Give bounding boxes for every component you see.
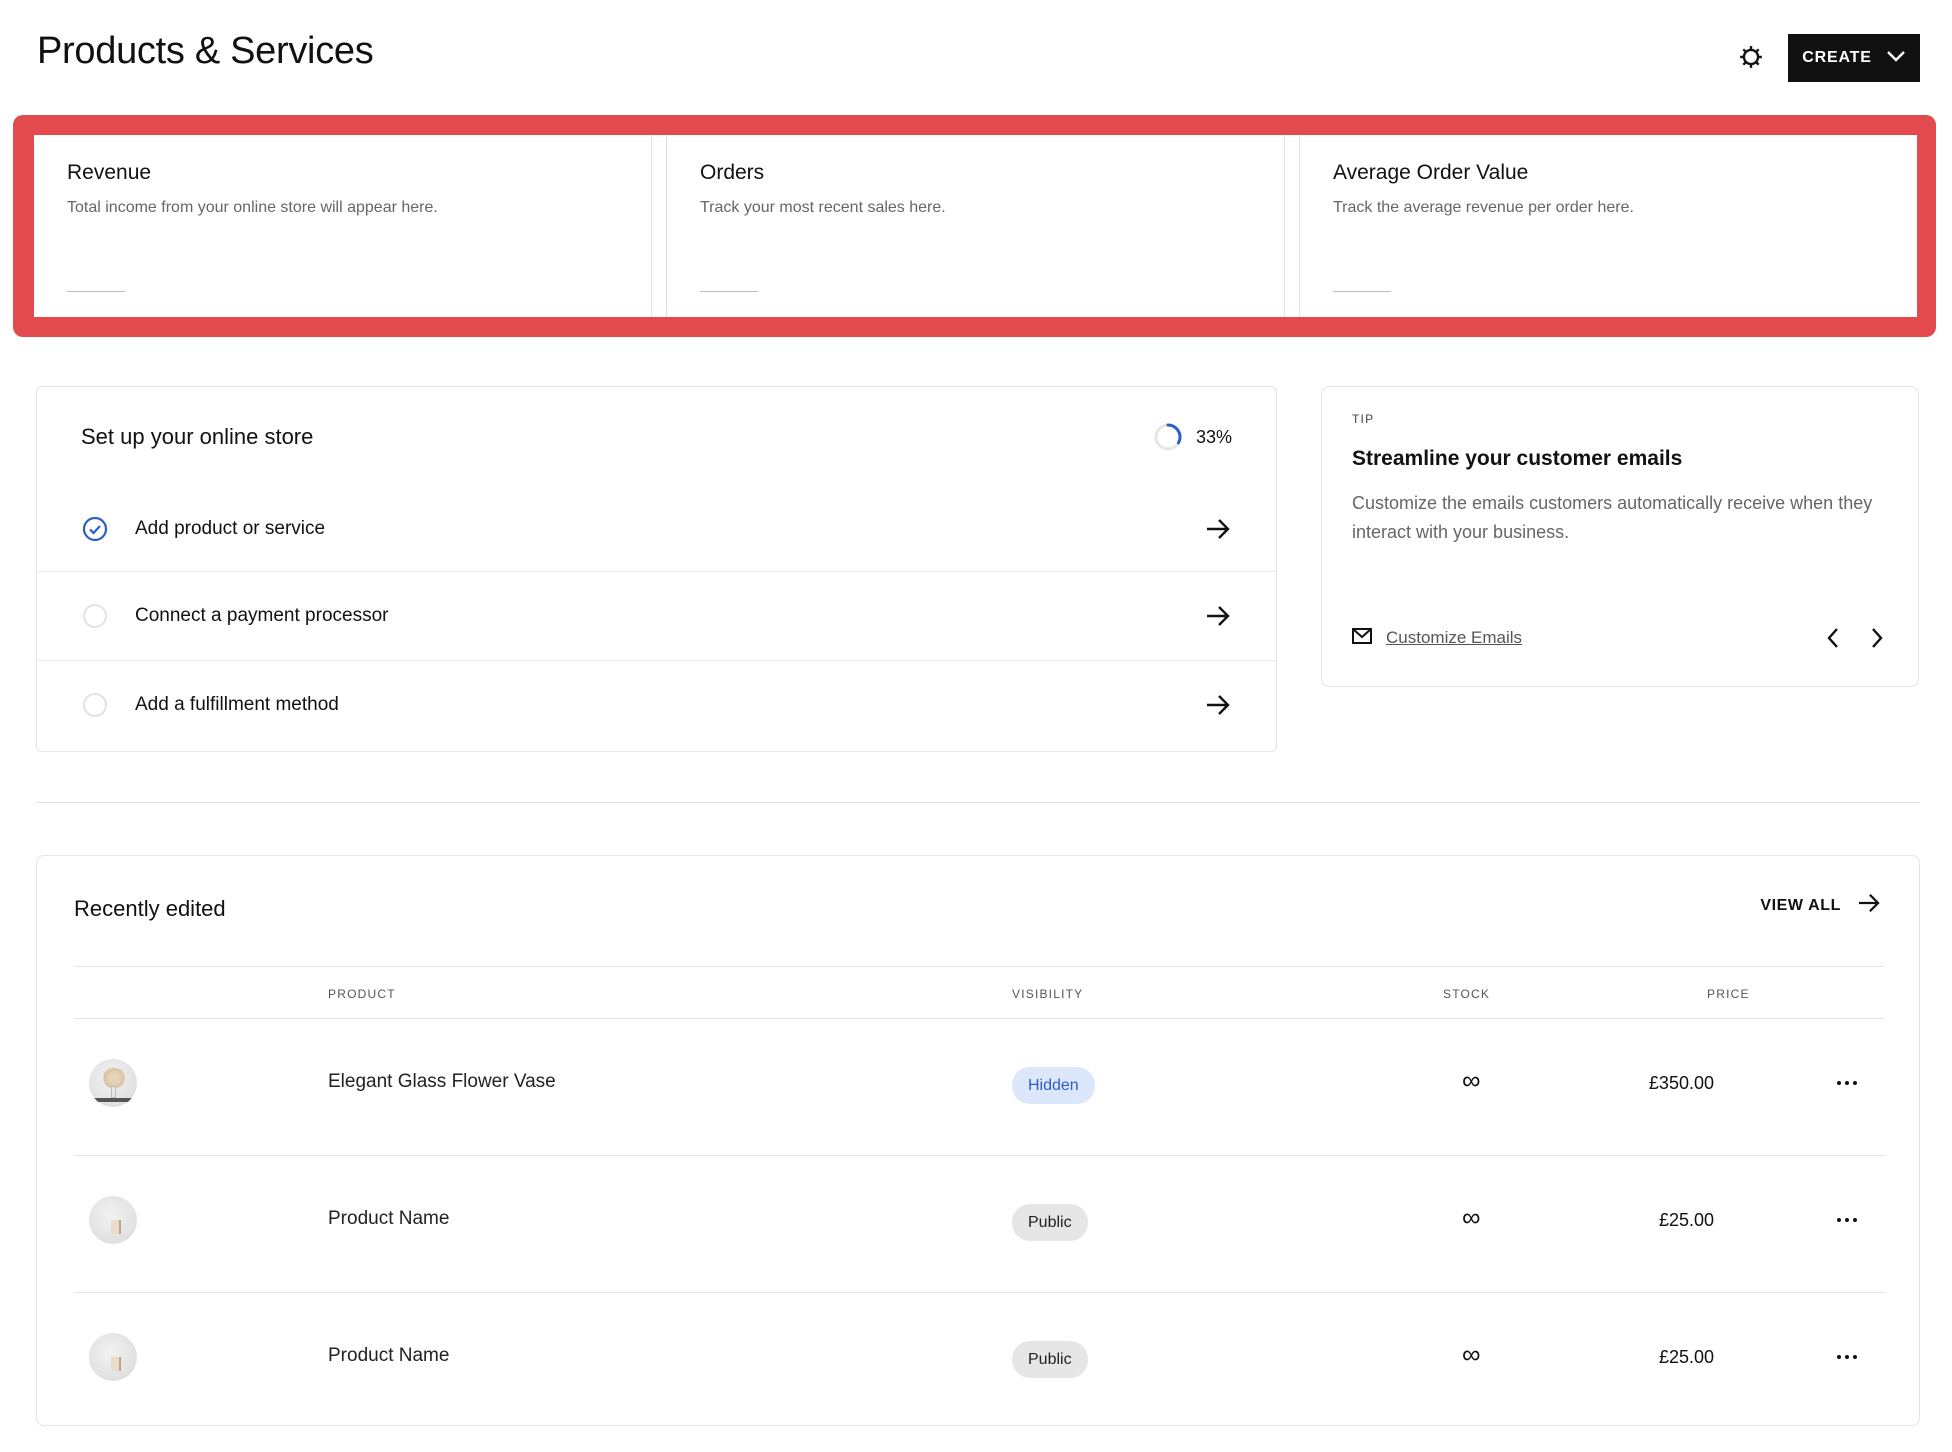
progress-ring-icon — [1154, 423, 1182, 451]
task-add-fulfillment[interactable]: Add a fulfillment method — [37, 660, 1276, 749]
visibility-badge: Public — [1012, 1204, 1088, 1241]
column-header-visibility[interactable]: VISIBILITY — [1012, 987, 1083, 1001]
metric-description: Total income from your online store will… — [67, 199, 438, 216]
setup-store-card: Set up your online store 33% Add product… — [36, 386, 1277, 752]
recently-edited-title: Recently edited — [74, 896, 226, 921]
setup-title: Set up your online store — [81, 424, 314, 449]
metric-placeholder-line — [67, 291, 125, 292]
table-row[interactable]: Elegant Glass Flower Vase Hidden ∞ £350.… — [74, 1019, 1884, 1156]
column-header-price[interactable]: PRICE — [1707, 987, 1750, 1001]
visibility-badge: Hidden — [1012, 1067, 1095, 1104]
metric-description: Track the average revenue per order here… — [1333, 199, 1634, 216]
metric-orders[interactable]: Orders Track your most recent sales here… — [666, 135, 1285, 317]
product-price: £350.00 — [1648, 1073, 1714, 1093]
view-all-button[interactable]: VIEW ALL — [1760, 893, 1881, 918]
tip-label: TIP — [1352, 412, 1375, 426]
check-circle-icon — [82, 516, 108, 542]
column-header-product[interactable]: PRODUCT — [328, 987, 396, 1001]
arrow-right-icon — [1204, 691, 1232, 719]
task-label: Connect a payment processor — [135, 605, 389, 626]
column-header-stock[interactable]: STOCK — [1443, 987, 1490, 1001]
product-price: £25.00 — [1658, 1347, 1714, 1367]
more-options-icon[interactable] — [1829, 1345, 1865, 1369]
tip-card: TIP Streamline your customer emails Cust… — [1321, 386, 1919, 687]
visibility-badge: Public — [1012, 1341, 1088, 1378]
metrics-panel: Revenue Total income from your online st… — [34, 135, 1917, 317]
metric-title: Average Order Value — [1333, 161, 1529, 184]
product-name: Elegant Glass Flower Vase — [328, 1071, 556, 1092]
metric-revenue[interactable]: Revenue Total income from your online st… — [34, 135, 652, 317]
metric-title: Orders — [700, 161, 765, 184]
progress-percent: 33% — [1195, 426, 1232, 447]
empty-circle-icon — [82, 603, 108, 629]
more-options-icon[interactable] — [1829, 1208, 1865, 1232]
infinity-icon: ∞ — [1462, 1202, 1481, 1232]
arrow-right-icon — [1204, 602, 1232, 630]
infinity-icon: ∞ — [1462, 1339, 1481, 1369]
arrow-right-icon — [1204, 515, 1232, 543]
create-button[interactable]: CREATE — [1788, 34, 1920, 82]
arrow-right-icon — [1857, 893, 1881, 918]
table-row[interactable]: Product Name Public ∞ £25.00 — [74, 1156, 1884, 1293]
task-add-product[interactable]: Add product or service — [37, 487, 1276, 571]
products-table: PRODUCT VISIBILITY STOCK PRICE Elegant G… — [74, 966, 1884, 1430]
customize-emails-link[interactable]: Customize Emails — [1352, 627, 1523, 649]
gear-icon — [1738, 44, 1764, 75]
product-thumbnail — [89, 1059, 137, 1107]
table-header: PRODUCT VISIBILITY STOCK PRICE — [74, 966, 1884, 1019]
customize-emails-label: Customize Emails — [1386, 628, 1523, 647]
create-label: CREATE — [1802, 49, 1872, 66]
product-name: Product Name — [328, 1345, 450, 1366]
view-all-label: VIEW ALL — [1760, 896, 1841, 914]
product-thumbnail — [89, 1333, 137, 1381]
metric-placeholder-line — [1333, 291, 1391, 292]
chevron-left-icon[interactable] — [1822, 627, 1844, 649]
metric-placeholder-line — [700, 291, 758, 292]
product-name: Product Name — [328, 1208, 450, 1229]
setup-progress: 33% — [1154, 423, 1232, 451]
table-row[interactable]: Product Name Public ∞ £25.00 — [74, 1293, 1884, 1430]
chevron-down-icon — [1886, 49, 1906, 67]
settings-button[interactable] — [1734, 42, 1768, 76]
mail-icon — [1352, 627, 1372, 649]
task-label: Add a fulfillment method — [135, 694, 339, 715]
tip-body: Customize the emails customers automatic… — [1352, 493, 1873, 542]
chevron-right-icon[interactable] — [1866, 627, 1888, 649]
more-options-icon[interactable] — [1829, 1071, 1865, 1095]
task-label: Add product or service — [135, 518, 326, 539]
section-divider — [36, 802, 1920, 803]
metric-average-order-value[interactable]: Average Order Value Track the average re… — [1299, 135, 1917, 317]
page-title: Products & Services — [37, 30, 374, 72]
infinity-icon: ∞ — [1462, 1065, 1481, 1095]
recently-edited-card: Recently edited VIEW ALL PRODUCT VISIBIL… — [36, 855, 1920, 1426]
product-price: £25.00 — [1658, 1210, 1714, 1230]
metric-title: Revenue — [67, 161, 152, 184]
product-thumbnail — [89, 1196, 137, 1244]
metric-description: Track your most recent sales here. — [700, 199, 946, 216]
tip-title: Streamline your customer emails — [1352, 447, 1683, 470]
empty-circle-icon — [82, 692, 108, 718]
task-connect-payment[interactable]: Connect a payment processor — [37, 571, 1276, 660]
